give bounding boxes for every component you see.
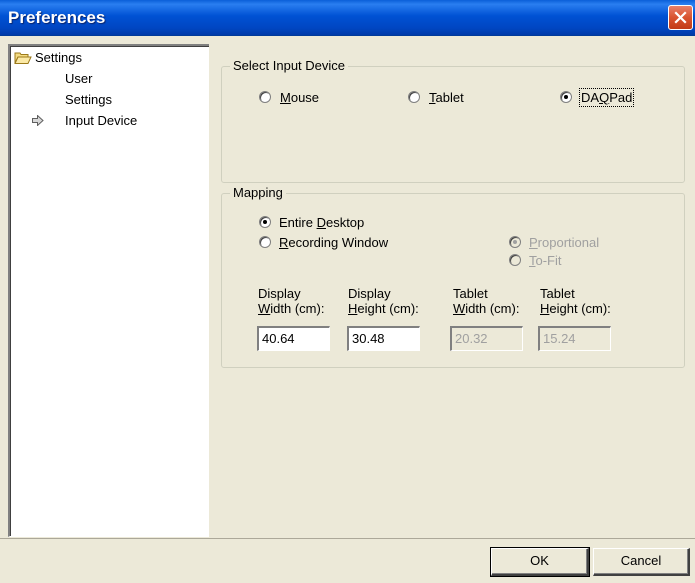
tablet-width-field[interactable]: 20.32 [450,326,523,351]
window-title: Preferences [8,8,106,27]
mapping-legend: Mapping [230,185,286,200]
proportional-radio[interactable] [509,236,521,248]
input-device-panel: Select Input Device Mouse Tablet DAQPad … [209,44,695,537]
daqpad-radio[interactable] [560,91,572,103]
tree-item-input-device[interactable]: Input Device [65,113,137,128]
mouse-radio[interactable] [259,91,271,103]
footer-divider [0,538,695,539]
display-height-field[interactable]: 30.48 [347,326,420,351]
tablet-label[interactable]: Tablet [429,90,464,105]
recording-window-radio[interactable] [259,236,271,248]
tree-item-settings[interactable]: Settings [65,92,112,107]
daqpad-label[interactable]: DAQPad [578,88,635,107]
tablet-width-label: Tablet Width (cm): [453,286,520,316]
tree-item-user[interactable]: User [65,71,92,86]
close-button[interactable] [668,5,693,30]
display-width-label: Display Width (cm): [258,286,325,316]
to-fit-label[interactable]: To-Fit [529,253,562,268]
arrow-right-icon [32,115,44,126]
folder-open-icon [14,52,32,64]
close-icon [674,11,687,24]
proportional-label[interactable]: Proportional [529,235,599,250]
to-fit-radio[interactable] [509,254,521,266]
display-height-label: Display Height (cm): [348,286,419,316]
entire-desktop-label[interactable]: Entire Desktop [279,215,364,230]
title-bar[interactable]: Preferences [0,0,695,36]
ok-button[interactable]: OK [490,547,590,577]
select-input-device-group [221,66,685,183]
recording-window-label[interactable]: Recording Window [279,235,388,250]
preferences-window: Preferences Settings User Settings Input… [0,0,695,583]
tablet-radio[interactable] [408,91,420,103]
select-input-device-legend: Select Input Device [230,58,349,73]
mouse-label[interactable]: Mouse [280,90,319,105]
display-width-field[interactable]: 40.64 [257,326,330,351]
entire-desktop-radio[interactable] [259,216,271,228]
tablet-height-field[interactable]: 15.24 [538,326,611,351]
tablet-height-label: Tablet Height (cm): [540,286,611,316]
cancel-button[interactable]: Cancel [593,548,690,576]
tree-root-settings[interactable]: Settings [35,50,82,65]
settings-tree[interactable]: Settings User Settings Input Device [8,44,210,537]
